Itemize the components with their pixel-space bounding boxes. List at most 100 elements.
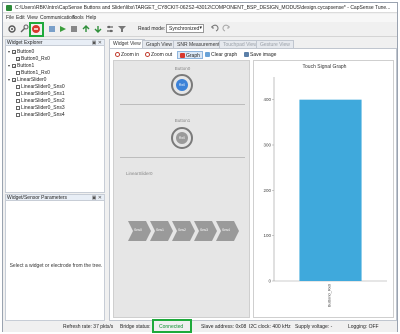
checkbox[interactable]: ✓ — [12, 78, 16, 83]
connected-highlight — [152, 319, 192, 333]
left-panel: Widget Explorer ▣ ✕ ▾ ✓Button0 ✓Button0_R… — [5, 39, 105, 321]
tab-widget-view[interactable]: Widget View — [109, 39, 145, 48]
tune-icon[interactable] — [105, 24, 115, 34]
menu-communication[interactable]: Communication — [40, 15, 75, 21]
app-logo-icon — [6, 5, 12, 11]
refresh-rate: Refresh rate: 37 pkts/s — [63, 324, 114, 330]
y-tick-label: 200 — [263, 188, 271, 193]
widget-view-body: Zoom in Zoom out Graph Clear graph Save … — [109, 48, 397, 321]
linear-slider-widget[interactable]: Sns0 Sns1 Sns2 Sns3 Sns4 — [128, 221, 240, 241]
read-mode-value: Synchronized — [169, 26, 200, 32]
logging-status: Logging: OFF — [348, 324, 379, 330]
chevron-down-icon: ▾ — [199, 25, 202, 31]
slider-segment[interactable]: Sns0 — [128, 221, 151, 241]
save-icon — [244, 52, 249, 57]
zoom-out-icon — [145, 52, 150, 57]
params-panel: Widget/Sensor Parameters ▣ ✕ Select a wi… — [5, 194, 105, 321]
upload-icon[interactable] — [81, 24, 91, 34]
touch-signal-graph: Touch Signal Graph 0 100 200 300 400 Button0_… — [253, 60, 394, 318]
checkbox[interactable] — [16, 92, 20, 96]
y-tick-label: 300 — [263, 143, 271, 148]
checkbox[interactable] — [16, 106, 20, 110]
bar — [299, 99, 362, 282]
slider-label: LinearSlider0 — [126, 171, 153, 176]
menu-help[interactable]: Help — [86, 15, 96, 21]
widget-tree: ▾ ✓Button0 ✓Button0_Rx0 ▾ ✓Button1 Button1… — [5, 46, 105, 193]
y-tick-label: 100 — [263, 233, 271, 238]
menu-bar: File Edit View Communication Tools Help — [3, 14, 397, 22]
menu-tools[interactable]: Tools — [72, 15, 84, 21]
title-bar: C:\Users\RBK\Intro\CapSense Buttons and … — [3, 3, 397, 13]
zoom-in-button[interactable]: Zoom in — [113, 51, 141, 59]
graph-icon — [180, 53, 185, 58]
menu-view[interactable]: View — [27, 15, 38, 21]
main-area: Widget View Graph View SNR Measurement T… — [109, 39, 397, 321]
tree-item-sns2[interactable]: LinearSlider0_Sns2 — [16, 98, 65, 104]
graph-toggle-button[interactable]: Graph — [177, 51, 203, 59]
download-icon[interactable] — [93, 24, 103, 34]
zoom-in-icon — [115, 52, 120, 57]
params-message: Select a widget or electrode from the tr… — [9, 263, 103, 269]
slave-address: Slave address: 0x08 — [201, 324, 247, 330]
checkbox[interactable] — [16, 113, 20, 117]
tree-item-sns3[interactable]: LinearSlider0_Sns3 — [16, 105, 65, 111]
slider-segment[interactable]: Sns1 — [150, 221, 173, 241]
y-tick-label: 0 — [268, 279, 271, 284]
status-bar: Refresh rate: 37 pkts/s Bridge status: C… — [3, 322, 397, 332]
gear-icon[interactable] — [7, 24, 17, 34]
zoom-out-button[interactable]: Zoom out — [143, 51, 174, 59]
checkbox[interactable] — [16, 85, 20, 89]
clear-icon — [205, 52, 210, 57]
params-body: Select a widget or electrode from the tr… — [5, 201, 105, 321]
clear-graph-button[interactable]: Clear graph — [203, 51, 239, 59]
i2c-clock: I2C clock: 400 kHz — [249, 324, 291, 330]
tree-item-sns4[interactable]: LinearSlider0_Sns4 — [16, 112, 65, 118]
save-image-button[interactable]: Save image — [242, 51, 278, 59]
button0-sensor: Rx0 — [176, 79, 188, 91]
x-tick-label: Button0_Rx0 — [327, 283, 332, 307]
menu-file[interactable]: File — [6, 15, 14, 21]
y-tick-label: 400 — [263, 97, 271, 102]
button1-label: Button1 — [174, 118, 191, 123]
menu-edit[interactable]: Edit — [16, 15, 25, 21]
toolbar: Read mode: Synchronized ▾ — [3, 22, 397, 37]
undo-icon[interactable] — [209, 24, 219, 34]
button1-widget[interactable]: Rx0 — [171, 127, 193, 149]
checkbox[interactable]: ✓ — [12, 50, 16, 55]
view-tabs: Widget View Graph View SNR Measurement T… — [109, 39, 397, 48]
checkbox[interactable]: ✓ — [16, 57, 20, 62]
tab-touchpad-view: Touchpad View — [219, 40, 261, 48]
tree-item-button0-rx0[interactable]: ✓Button0_Rx0 — [16, 56, 50, 62]
checkbox[interactable] — [16, 71, 20, 75]
tree-item-button1[interactable]: ▾ ✓Button1 — [8, 63, 34, 69]
button1-sensor: Rx0 — [176, 132, 188, 144]
redo-icon[interactable] — [222, 24, 232, 34]
bridge-status-label: Bridge status: — [120, 324, 151, 330]
tree-item-sns1[interactable]: LinearSlider0_Sns1 — [16, 91, 65, 97]
read-mode-label: Read mode: — [138, 26, 166, 32]
tab-graph-view[interactable]: Graph View — [142, 40, 177, 48]
tree-item-linearslider0[interactable]: ▾ ✓LinearSlider0 — [8, 77, 46, 83]
params-header: Widget/Sensor Parameters ▣ ✕ — [5, 194, 105, 201]
divider — [120, 157, 245, 158]
slider-segment[interactable]: Sns3 — [194, 221, 217, 241]
wrench-icon[interactable] — [19, 24, 29, 34]
stop-icon[interactable] — [69, 24, 79, 34]
slider-segment[interactable]: Sns4 — [216, 221, 239, 241]
disconnect-icon[interactable] — [47, 24, 57, 34]
widget-canvas: Button0 Rx0 Button1 Rx0 LinearSlider0 Sn… — [113, 60, 250, 318]
app-window: C:\Users\RBK\Intro\CapSense Buttons and … — [2, 2, 398, 333]
tree-item-button1-rx0[interactable]: Button1_Rx0 — [16, 70, 50, 76]
supply-voltage: Supply voltage: - — [295, 324, 333, 330]
checkbox[interactable]: ✓ — [12, 64, 16, 69]
checkbox[interactable] — [16, 99, 20, 103]
filter-icon[interactable] — [117, 24, 127, 34]
read-mode-select[interactable]: Synchronized ▾ — [166, 24, 204, 33]
slider-segment[interactable]: Sns2 — [172, 221, 195, 241]
tree-item-button0[interactable]: ▾ ✓Button0 — [8, 49, 34, 55]
tree-item-sns0[interactable]: LinearSlider0_Sns0 — [16, 84, 65, 90]
button0-widget[interactable]: Rx0 — [171, 74, 193, 96]
tab-snr-measurement[interactable]: SNR Measurement — [173, 40, 224, 48]
start-icon[interactable] — [58, 24, 68, 34]
button0-label: Button0 — [174, 66, 191, 71]
